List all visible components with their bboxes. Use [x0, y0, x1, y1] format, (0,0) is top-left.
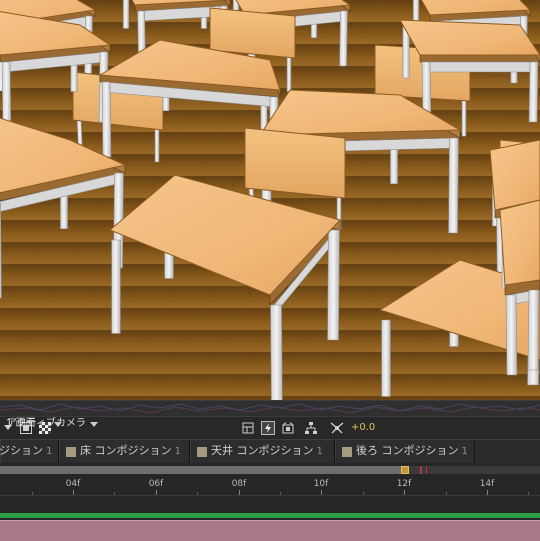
view-layout-label: 1 画面: [6, 418, 36, 429]
tab-label: 後ろ コンポジション 1: [356, 444, 468, 457]
desk-leg: [448, 137, 459, 234]
color-swatch-icon: [342, 447, 352, 457]
tab-composition-main[interactable]: ジション 1: [0, 440, 59, 463]
desk-leg: [111, 239, 121, 334]
layer-duration-bar[interactable]: [0, 520, 540, 541]
render-marker: [420, 466, 422, 474]
exposure-icon[interactable]: [330, 422, 344, 434]
tab-back-composition[interactable]: 後ろ コンポジション 1: [335, 440, 475, 463]
view-layout-dropdown-icon: [54, 422, 62, 427]
tab-label: 天井 コンポジション 1: [211, 444, 323, 457]
tick-label: 06f: [148, 479, 164, 489]
tab-floor-composition[interactable]: 床 コンポジション 1: [59, 440, 190, 463]
camera-view-dropdown-icon: [90, 422, 98, 427]
desk-leg: [327, 229, 340, 341]
desk-leg: [505, 294, 518, 376]
desk-leg: [461, 95, 467, 137]
chair-back: [244, 127, 346, 199]
desk-leg: [339, 10, 348, 67]
desk-leg: [270, 304, 283, 400]
desk-leg: [101, 81, 112, 158]
work-area-range: [0, 466, 407, 474]
color-swatch-icon: [197, 447, 207, 457]
desk-top: [499, 199, 540, 286]
render-marker: [426, 466, 427, 474]
desk-leg: [527, 289, 540, 371]
desk-frame: [423, 61, 537, 73]
toggle-pixel-icon[interactable]: [242, 422, 254, 434]
desk-top: [489, 139, 540, 211]
desk-leg: [122, 0, 130, 29]
tick-label: 12f: [396, 479, 412, 489]
chair-back: [209, 7, 296, 59]
timeline-panel: 04f 06f 08f 10f 12f 14f: [0, 463, 540, 541]
tick-label: 04f: [65, 479, 81, 489]
layer-track-green[interactable]: [0, 513, 540, 518]
viewer-controls: アクティブカメラ 1 画面 +0.0: [0, 416, 540, 439]
tick-label: 14f: [479, 479, 495, 489]
time-ruler[interactable]: 04f 06f 08f 10f 12f 14f: [0, 475, 540, 496]
work-area-end-handle[interactable]: [401, 466, 409, 474]
composition-tabs: ジション 1 床 コンポジション 1 天井 コンポジション 1 後ろ コンポジション 1: [0, 439, 540, 464]
desk-leg: [381, 319, 391, 397]
work-area-bar[interactable]: [0, 466, 540, 474]
viewer-toolbar: [0, 400, 540, 417]
exposure-value[interactable]: +0.0: [351, 421, 375, 434]
tab-label: 床 コンポジション 1: [80, 444, 181, 457]
tab-ceiling-composition[interactable]: 天井 コンポジション 1: [190, 440, 335, 463]
ruler-baseline: [0, 495, 540, 496]
fast-preview-icon[interactable]: [261, 421, 275, 435]
desk-top: [399, 19, 540, 56]
waveform-decoration: [0, 403, 540, 414]
tick-label: 08f: [231, 479, 247, 489]
tick-label: 10f: [313, 479, 329, 489]
color-swatch-icon: [66, 447, 76, 457]
composition-viewport[interactable]: [0, 0, 540, 400]
classroom-scene: [0, 0, 540, 400]
3d-view-icon[interactable]: [282, 422, 294, 434]
flowchart-icon[interactable]: [305, 422, 317, 434]
desk-edge: [419, 54, 540, 63]
tab-label: ジション 1: [0, 444, 53, 457]
desk-leg: [528, 61, 539, 123]
